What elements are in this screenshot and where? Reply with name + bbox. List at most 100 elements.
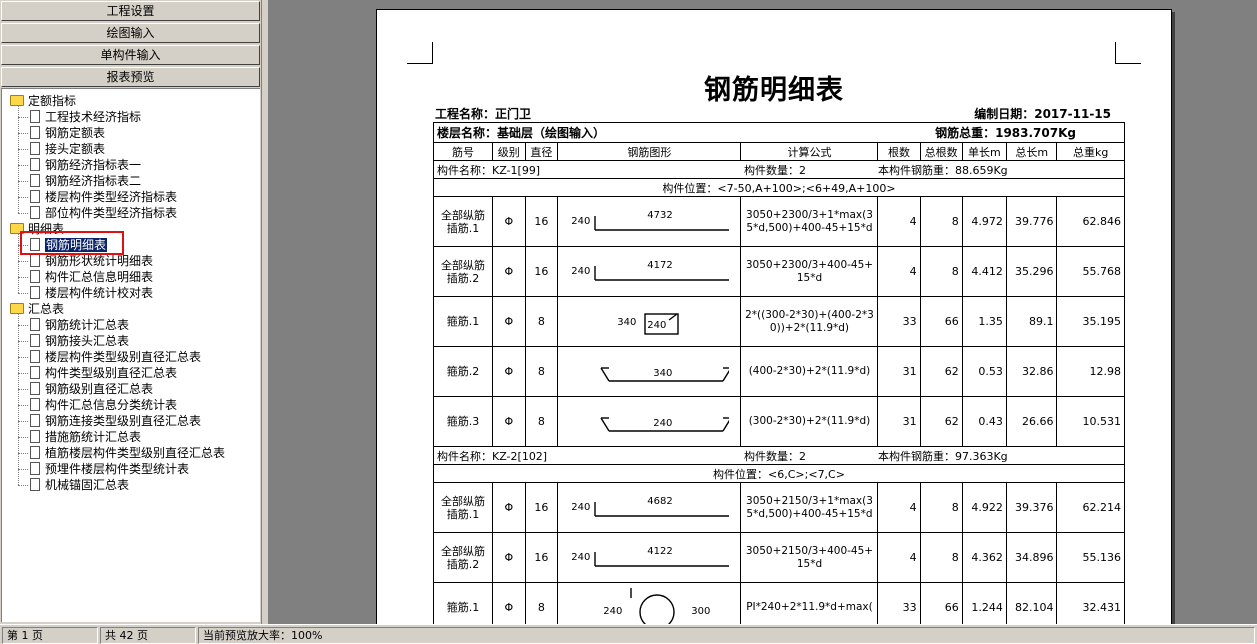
total-pages: 共 42 页: [100, 627, 196, 644]
document-icon: [30, 446, 40, 459]
tree-connector: [18, 277, 28, 278]
single-component-input-button[interactable]: 单构件输入: [1, 45, 260, 65]
column-header: 总重kg: [1056, 142, 1125, 161]
tree-item[interactable]: 钢筋连接类型级别直径汇总表: [30, 413, 201, 429]
tree-item-label: 楼层构件类型经济指标表: [45, 190, 178, 204]
tree-item[interactable]: 措施筋统计汇总表: [30, 429, 141, 445]
tree-item[interactable]: 接头定额表: [30, 141, 105, 157]
tree-item[interactable]: 构件类型级别直径汇总表: [30, 365, 177, 381]
tree-connector: [18, 437, 28, 438]
table-row: 全部纵筋插筋.1 Φ 16 240 4732 3050+2300/3+1*max(35*d…: [433, 196, 1125, 247]
tree-item-label: 楼层构件统计校对表: [45, 286, 154, 300]
rebar-shape: 240: [561, 398, 737, 446]
column-header: 总根数: [919, 142, 963, 161]
rebar-grade: Φ: [491, 296, 526, 347]
tree-item[interactable]: 钢筋统计汇总表: [30, 317, 129, 333]
rebar-shape-cell: 340 240: [557, 296, 742, 347]
tree-item[interactable]: 工程技术经济指标: [30, 109, 141, 125]
tree-item[interactable]: 机械锚固汇总表: [30, 477, 129, 493]
rebar-diameter: 8: [524, 296, 559, 347]
rebar-number: 箍筋.2: [433, 346, 493, 397]
tree-connector: [18, 117, 28, 118]
zoom-level: 当前预览放大率：100%: [198, 627, 1255, 644]
tree-item[interactable]: 钢筋经济指标表二: [30, 173, 141, 189]
report-preview-area[interactable]: 钢筋明细表 工程名称：正门卫 编制日期：2017-11-15 楼层名称：基础层（…: [268, 0, 1257, 624]
rebar-unit-length: 4.922: [961, 482, 1007, 533]
component-count: 构件数量：2: [740, 160, 878, 179]
project-name: 工程名称：正门卫: [435, 107, 532, 121]
document-icon: [30, 478, 40, 491]
tree-item[interactable]: 楼层构件类型级别直径汇总表: [30, 349, 201, 365]
drawing-input-button[interactable]: 绘图输入: [1, 23, 260, 43]
tree-connector: [18, 389, 28, 390]
folder-icon: [10, 303, 24, 314]
tree-item[interactable]: 植筋楼层构件类型级别直径汇总表: [30, 445, 225, 461]
rebar-diameter: 8: [524, 582, 559, 624]
tree-item[interactable]: 部位构件类型经济指标表: [30, 205, 177, 221]
rebar-dimension-label: 240: [653, 417, 673, 429]
rebar-count: 33: [877, 296, 921, 347]
rebar-shape: 340 240: [561, 298, 737, 346]
tree-item[interactable]: 钢筋级别直径汇总表: [30, 381, 153, 397]
rebar-dimension-label: 340: [653, 367, 673, 379]
tree-item-label: 工程技术经济指标: [45, 110, 142, 124]
tree-item-label: 钢筋形状统计明细表: [45, 254, 154, 268]
tree-item[interactable]: 构件汇总信息明细表: [30, 269, 153, 285]
tree-item[interactable]: 楼层构件统计校对表: [30, 285, 153, 301]
tree-item[interactable]: 预埋件楼层构件类型统计表: [30, 461, 189, 477]
rebar-total-length: 34.896: [1005, 532, 1058, 583]
report-preview-button[interactable]: 报表预览: [1, 67, 260, 87]
rebar-shape-cell: 240: [557, 396, 742, 447]
component-info-row: 构件名称：KZ-2[102] 构件数量：2 本构件钢筋重：97.363Kg: [432, 446, 1125, 465]
crop-mark-icon: [1115, 42, 1141, 64]
rebar-total-length: 35.296: [1005, 246, 1058, 297]
rebar-segment: [722, 419, 730, 431]
tree-item[interactable]: 楼层构件类型经济指标表: [30, 189, 177, 205]
folder-icon: [10, 95, 24, 106]
rebar-dimension-label: 240: [647, 319, 667, 331]
tree-item-label: 钢筋经济指标表二: [45, 174, 142, 188]
tree-item-label: 构件类型级别直径汇总表: [45, 366, 178, 380]
rebar-grade: Φ: [491, 582, 526, 624]
rebar-diameter: 16: [524, 532, 559, 583]
document-icon: [30, 382, 40, 395]
rebar-dimension-label: 340: [617, 316, 637, 328]
rebar-grade: Φ: [491, 196, 526, 247]
rebar-formula: 3050+2300/3+1*max(35*d,500)+400-45+15*d: [740, 196, 879, 247]
rebar-formula: (400-2*30)+2*(11.9*d): [740, 346, 879, 397]
tree-item[interactable]: 钢筋接头汇总表: [30, 333, 129, 349]
tree-connector: [18, 149, 28, 150]
component-position: 构件位置：<7-50,A+100>;<6+49,A+100>: [433, 178, 1125, 197]
table-header-row: 筋号 级别 直径 钢筋图形 计算公式 根数 总根数 单长m 总长m 总重kg: [433, 142, 1125, 161]
tree-connector: [18, 233, 19, 293]
rebar-number: 箍筋.3: [433, 396, 493, 447]
rebar-unit-length: 1.244: [961, 582, 1007, 624]
rebar-shape-cell: 340: [557, 346, 742, 397]
document-icon: [30, 366, 40, 379]
document-icon: [30, 334, 40, 347]
rebar-weight: 62.214: [1056, 482, 1125, 533]
tree-item-label: 机械锚固汇总表: [45, 478, 130, 492]
rebar-total-length: 39.376: [1005, 482, 1058, 533]
tree-folder[interactable]: 定额指标: [10, 93, 76, 109]
rebar-formula: (300-2*30)+2*(11.9*d): [740, 396, 879, 447]
rebar-dimension-label: 240: [571, 551, 591, 563]
tree-item-label: 钢筋统计汇总表: [45, 318, 130, 332]
table-row: 箍筋.1 Φ 8 240 300 PI*240+2*11.9*d+max(33 66 1.24…: [433, 582, 1125, 624]
tree-item-label: 接头定额表: [45, 142, 106, 156]
tree-item-label: 构件汇总信息分类统计表: [45, 398, 178, 412]
crop-mark-icon: [407, 42, 433, 64]
current-page: 第 1 页: [2, 627, 98, 644]
tree-item[interactable]: 钢筋定额表: [30, 125, 105, 141]
rebar-dimension-label: 4122: [647, 545, 673, 557]
tree-item[interactable]: 钢筋经济指标表一: [30, 157, 141, 173]
tree-item[interactable]: 构件汇总信息分类统计表: [30, 397, 177, 413]
rebar-total-length: 82.104: [1005, 582, 1058, 624]
rebar-shape-drawing: [600, 416, 730, 432]
project-settings-button[interactable]: 工程设置: [1, 1, 260, 21]
rebar-grade: Φ: [491, 482, 526, 533]
tree-connector: [18, 325, 28, 326]
document-icon: [30, 350, 40, 363]
rebar-formula: 3050+2300/3+400-45+15*d: [740, 246, 879, 297]
tree-item[interactable]: 钢筋形状统计明细表: [30, 253, 153, 269]
